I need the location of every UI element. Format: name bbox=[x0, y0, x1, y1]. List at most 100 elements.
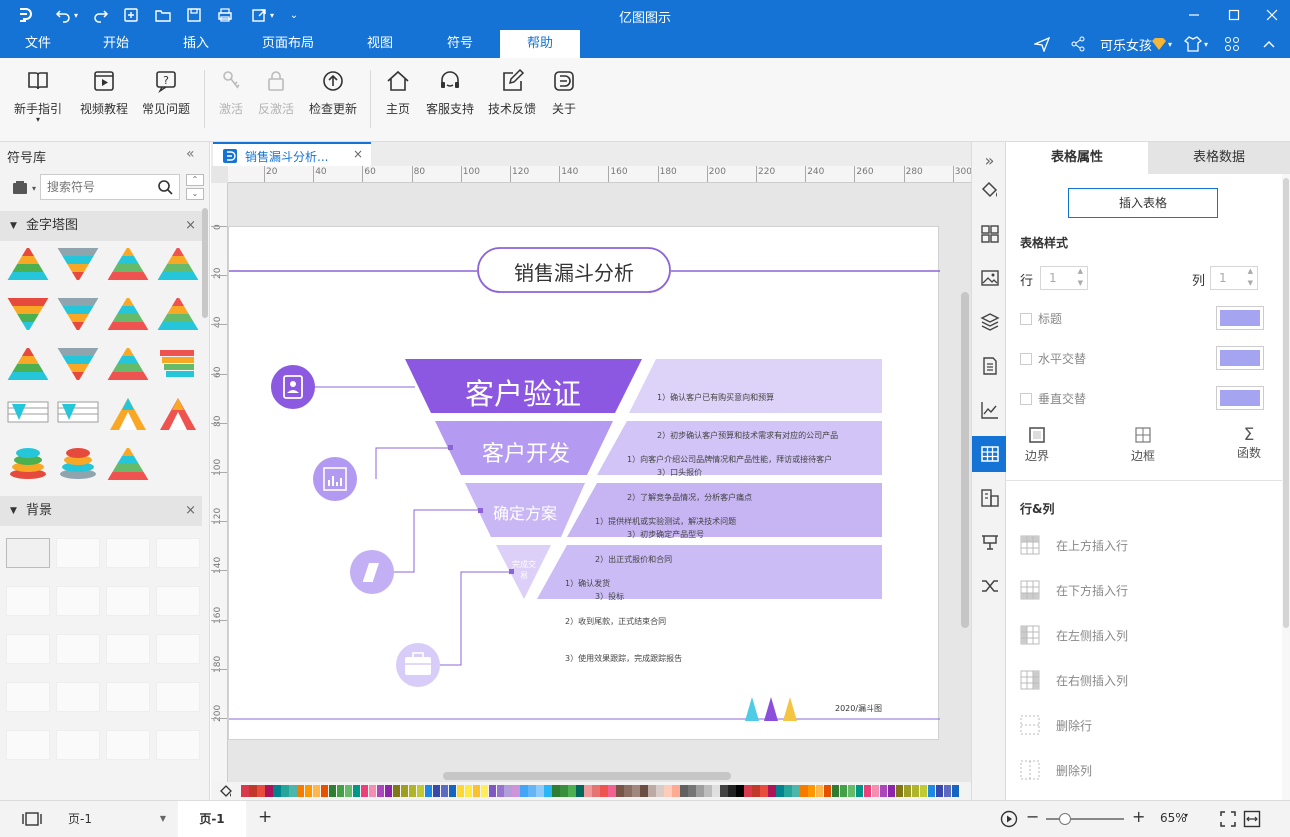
page-tab[interactable]: 页-1 bbox=[178, 801, 246, 837]
pyramid-shape-thumb[interactable] bbox=[6, 294, 50, 334]
zoom-slider-track[interactable] bbox=[1046, 818, 1124, 820]
palette-swatch[interactable] bbox=[416, 785, 425, 797]
print-icon[interactable] bbox=[214, 5, 236, 25]
customize-dropdown-icon[interactable]: ⌄ bbox=[283, 5, 305, 25]
col-stepper[interactable]: 1 ▲ ▼ bbox=[1210, 266, 1258, 290]
palette-swatch[interactable] bbox=[943, 785, 952, 797]
pyramid-shape-thumb[interactable] bbox=[106, 394, 150, 434]
line-chart-icon[interactable] bbox=[972, 392, 1007, 428]
zoom-out-icon[interactable]: − bbox=[1026, 807, 1039, 826]
close-section-icon[interactable]: × bbox=[185, 211, 196, 241]
new-file-icon[interactable] bbox=[120, 5, 142, 25]
scroll-up-icon[interactable]: ⌃ bbox=[186, 174, 204, 186]
palette-swatch[interactable] bbox=[296, 785, 305, 797]
check-update-button[interactable]: 检查更新 bbox=[304, 68, 362, 136]
palette-swatch[interactable] bbox=[927, 785, 936, 797]
palette-swatch[interactable] bbox=[704, 785, 712, 797]
palette-swatch[interactable] bbox=[799, 785, 808, 797]
pyramid-shape-thumb[interactable] bbox=[106, 444, 150, 484]
background-thumb[interactable] bbox=[106, 538, 150, 568]
palette-swatch[interactable] bbox=[592, 785, 600, 797]
palette-swatch[interactable] bbox=[488, 785, 497, 797]
doc-tab[interactable]: 销售漏斗分析... × bbox=[213, 142, 371, 166]
tab-symbol[interactable]: 符号 bbox=[432, 30, 488, 58]
document-icon[interactable] bbox=[972, 348, 1007, 384]
share-icon[interactable] bbox=[1070, 34, 1086, 54]
maximize-icon[interactable] bbox=[1216, 0, 1252, 30]
palette-swatch[interactable] bbox=[241, 785, 249, 797]
palette-swatch[interactable] bbox=[280, 785, 289, 797]
palette-swatch[interactable] bbox=[288, 785, 297, 797]
zoom-dropdown-icon[interactable]: ▾ bbox=[1184, 811, 1188, 820]
fill-icon[interactable] bbox=[972, 172, 1007, 208]
add-page-button[interactable]: + bbox=[258, 807, 272, 827]
pyramid-shape-thumb[interactable] bbox=[106, 344, 150, 384]
palette-swatch[interactable] bbox=[823, 785, 832, 797]
palette-swatch[interactable] bbox=[568, 785, 576, 797]
boundary-tool[interactable]: 边界 bbox=[1020, 426, 1054, 464]
fill-bucket-icon[interactable] bbox=[219, 784, 233, 798]
palette-swatch[interactable] bbox=[544, 785, 552, 797]
palette-swatch[interactable] bbox=[744, 785, 752, 797]
palette-swatch[interactable] bbox=[879, 785, 888, 797]
palette-swatch[interactable] bbox=[408, 785, 417, 797]
faq-button[interactable]: ? 常见问题 bbox=[138, 68, 194, 136]
user-name[interactable]: 可乐女孩 bbox=[1100, 34, 1152, 54]
delete-row-button[interactable]: 删除行 bbox=[1020, 713, 1092, 737]
palette-swatch[interactable] bbox=[608, 785, 616, 797]
palette-swatch[interactable] bbox=[720, 785, 728, 797]
palette-swatch[interactable] bbox=[584, 785, 592, 797]
minimize-icon[interactable] bbox=[1176, 0, 1212, 30]
image-icon[interactable] bbox=[972, 260, 1007, 296]
tab-view[interactable]: 视图 bbox=[352, 30, 408, 58]
skin-dropdown-icon[interactable]: ▾ bbox=[1204, 34, 1208, 54]
background-thumb[interactable] bbox=[56, 730, 100, 760]
open-folder-icon[interactable] bbox=[152, 5, 174, 25]
palette-swatch[interactable] bbox=[783, 785, 792, 797]
search-icon[interactable] bbox=[157, 179, 173, 195]
search-input[interactable] bbox=[41, 175, 149, 199]
palette-swatch[interactable] bbox=[752, 785, 760, 797]
palette-swatch[interactable] bbox=[520, 785, 529, 797]
palette-swatch[interactable] bbox=[360, 785, 369, 797]
presentation-icon[interactable] bbox=[972, 524, 1007, 560]
title-checkbox[interactable] bbox=[1020, 313, 1032, 325]
insert-table-button[interactable]: 插入表格 bbox=[1068, 188, 1218, 218]
apps-grid-icon[interactable] bbox=[1224, 34, 1240, 54]
pyramid-shape-thumb[interactable] bbox=[6, 344, 50, 384]
scroll-down-icon[interactable]: ⌄ bbox=[186, 188, 204, 200]
palette-swatch[interactable] bbox=[392, 785, 401, 797]
background-thumb[interactable] bbox=[56, 682, 100, 712]
palette-swatch[interactable] bbox=[759, 785, 768, 797]
horizontal-scrollbar[interactable] bbox=[443, 772, 731, 780]
layers-icon[interactable] bbox=[972, 304, 1007, 340]
palette-swatch[interactable] bbox=[736, 785, 744, 797]
table-icon[interactable] bbox=[972, 436, 1007, 472]
palette-swatch[interactable] bbox=[648, 785, 656, 797]
grid-layout-icon[interactable] bbox=[972, 216, 1007, 252]
palette-swatch[interactable] bbox=[871, 785, 880, 797]
close-icon[interactable] bbox=[1254, 0, 1290, 30]
about-button[interactable]: 关于 bbox=[546, 68, 582, 136]
palette-swatch[interactable] bbox=[536, 785, 545, 797]
tab-file[interactable]: 文件 bbox=[10, 30, 66, 58]
zoom-level[interactable]: 65% bbox=[1160, 811, 1187, 825]
palette-swatch[interactable] bbox=[256, 785, 265, 797]
zoom-slider-thumb[interactable] bbox=[1058, 813, 1071, 825]
row-stepper[interactable]: 1 ▲ ▼ bbox=[1040, 266, 1088, 290]
tab-page-layout[interactable]: 页面布局 bbox=[252, 30, 324, 58]
palette-swatch[interactable] bbox=[680, 785, 688, 797]
insert-col-right-button[interactable]: 在右侧插入列 bbox=[1020, 668, 1128, 692]
background-thumb[interactable] bbox=[106, 634, 150, 664]
play-icon[interactable] bbox=[1000, 810, 1018, 828]
palette-swatch[interactable] bbox=[807, 785, 816, 797]
palette-swatch[interactable] bbox=[344, 785, 353, 797]
palette-swatch[interactable] bbox=[496, 785, 505, 797]
tab-table-data[interactable]: 表格数据 bbox=[1148, 142, 1290, 174]
palette-swatch[interactable] bbox=[624, 785, 632, 797]
pyramid-shape-thumb[interactable] bbox=[56, 394, 100, 434]
app-logo-icon[interactable] bbox=[14, 5, 36, 25]
palette-swatch[interactable] bbox=[264, 785, 273, 797]
palette-swatch[interactable] bbox=[775, 785, 784, 797]
background-thumb[interactable] bbox=[6, 682, 50, 712]
